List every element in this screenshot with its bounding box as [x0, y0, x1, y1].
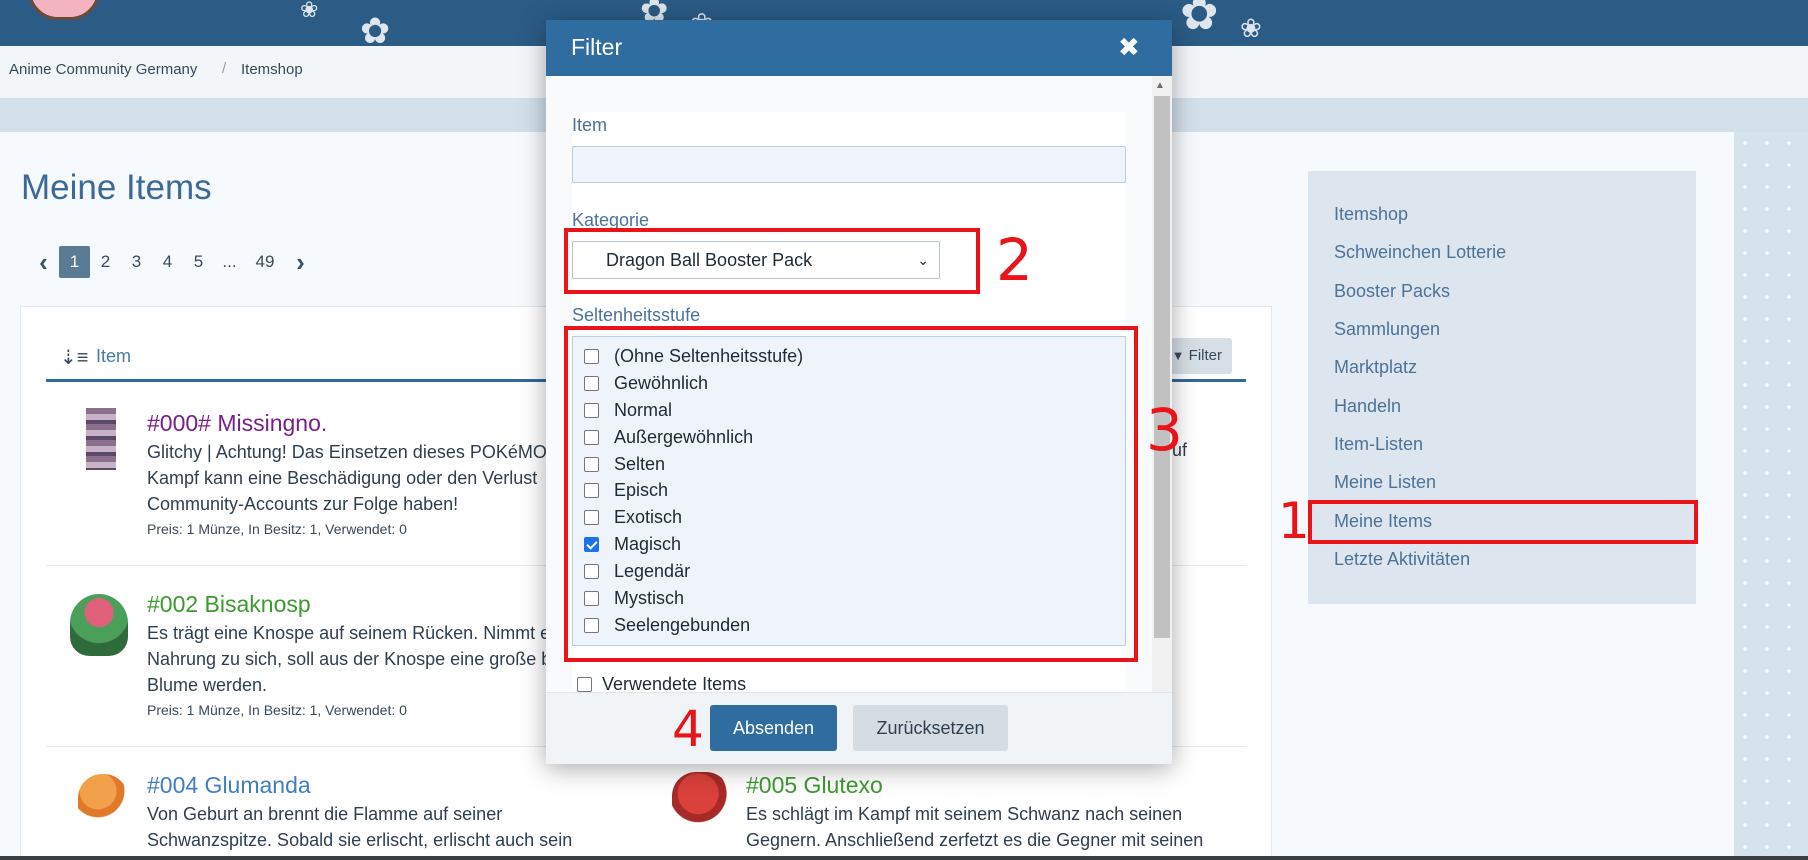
item-title[interactable]: #004 Glumanda [147, 772, 311, 799]
column-item-header[interactable]: Item [96, 346, 131, 367]
annotation-number-3: 3 [1146, 396, 1183, 464]
item-title[interactable]: #000# Missingno. [147, 410, 327, 437]
sidebar-item-handeln[interactable]: Handeln [1334, 396, 1401, 417]
close-icon[interactable]: ✖ [1118, 32, 1140, 63]
item-meta: Preis: 1 Münze, In Besitz: 1, Verwendet:… [147, 702, 407, 718]
item-meta: Preis: 1 Münze, In Besitz: 1, Verwendet:… [147, 521, 407, 537]
modal-title: Filter [571, 34, 623, 60]
item-description: Von Geburt an brennt die Flamme auf sein… [147, 804, 573, 850]
bottom-bar [0, 856, 1808, 860]
page-number[interactable]: 4 [152, 246, 183, 278]
modal-header [546, 20, 1172, 76]
scroll-up-icon[interactable]: ▲ [1155, 80, 1165, 91]
pagination: ‹ 1 2 3 4 5 ... 49 › [28, 246, 316, 278]
sidebar-item-itemshop[interactable]: Itemshop [1334, 204, 1408, 225]
breadcrumb-home-link[interactable]: Anime Community Germany [9, 61, 197, 78]
next-page-icon[interactable]: › [285, 246, 316, 278]
page-ellipsis: ... [222, 252, 237, 271]
prev-page-icon[interactable]: ‹ [28, 246, 59, 278]
item-image [78, 774, 128, 830]
item-image [86, 408, 116, 470]
item-title[interactable]: #002 Bisaknosp [147, 591, 311, 618]
breadcrumb-itemshop-link[interactable]: Itemshop [241, 61, 303, 78]
sidebar-item-booster-packs[interactable]: Booster Packs [1334, 281, 1450, 302]
checkbox[interactable] [577, 676, 592, 692]
page-number[interactable]: 1 [59, 246, 90, 278]
flower-decoration: ✿ [1180, 0, 1219, 40]
item-description: Es trägt eine Knospe auf seinem Rücken. … [147, 623, 552, 695]
item-title[interactable]: #005 Glutexo [746, 772, 883, 799]
dot-pattern [1734, 132, 1808, 860]
item-image [70, 594, 128, 656]
annotation-box-1 [1308, 500, 1698, 544]
breadcrumb-separator: / [222, 60, 227, 77]
mascot-logo[interactable] [28, 0, 100, 20]
submit-button[interactable]: Absenden [710, 705, 837, 751]
page-number[interactable]: 49 [245, 246, 285, 278]
filter-icon: ▼ [1171, 348, 1185, 363]
sidebar-item-sammlungen[interactable]: Sammlungen [1334, 319, 1440, 340]
flower-decoration: ✿ [360, 11, 391, 47]
annotation-number-1: 1 [1278, 492, 1310, 550]
flower-decoration: ❀ [1240, 14, 1262, 44]
sidebar-item-lotterie[interactable]: Schweinchen Lotterie [1334, 242, 1506, 263]
page-number[interactable]: 2 [90, 246, 121, 278]
annotation-box-3 [564, 326, 1138, 662]
filter-button-label: Filter [1188, 347, 1222, 364]
item-field-label: Item [572, 115, 608, 135]
item-description: Glitchy | Achtung! Das Einsetzen dieses … [147, 442, 547, 514]
page-title: Meine Items [21, 168, 212, 207]
sidebar-item-marktplatz[interactable]: Marktplatz [1334, 357, 1417, 378]
page-number[interactable]: 3 [121, 246, 152, 278]
annotation-number-4: 4 [672, 700, 704, 758]
sidebar-item-meine-listen[interactable]: Meine Listen [1334, 472, 1436, 493]
sidebar-item-letzte-aktivitaeten[interactable]: Letzte Aktivitäten [1334, 549, 1470, 570]
flower-decoration: ❀ [300, 0, 319, 23]
reset-button[interactable]: Zurücksetzen [853, 705, 1008, 751]
modal-scrollbar-thumb[interactable] [1154, 96, 1170, 638]
rarity-field-label: Seltenheitsstufe [572, 305, 701, 325]
annotation-box-2 [564, 228, 980, 294]
annotation-number-2: 2 [996, 226, 1033, 294]
item-description: Es schlägt im Kampf mit seinem Schwanz n… [746, 804, 1204, 850]
page-number[interactable]: 5 [183, 246, 214, 278]
sidebar-item-item-listen[interactable]: Item-Listen [1334, 434, 1423, 455]
item-search-input[interactable] [572, 146, 1126, 183]
sort-icon[interactable]: ⇣≡ [60, 345, 88, 370]
item-image [672, 772, 730, 834]
